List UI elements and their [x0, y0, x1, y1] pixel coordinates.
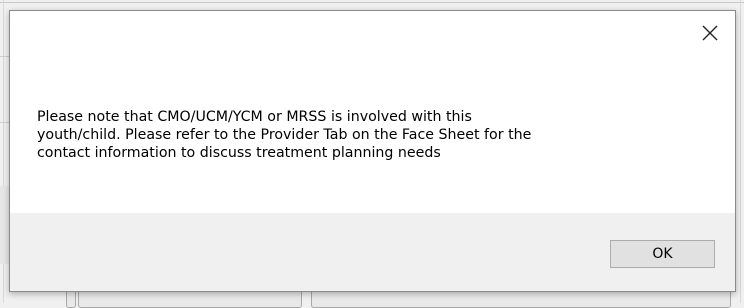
message-line: contact information to discuss treatment… — [37, 145, 441, 161]
background-divider — [0, 56, 9, 57]
ok-button[interactable]: OK — [610, 240, 715, 268]
dialog-footer: OK — [10, 213, 735, 291]
background-divider — [740, 0, 741, 303]
dialog-message: Please note that CMO/UCM/YCM or MRSS is … — [37, 108, 717, 162]
close-button[interactable] — [699, 22, 721, 44]
background-divider — [0, 2, 744, 3]
message-line: Please note that CMO/UCM/YCM or MRSS is … — [37, 109, 472, 125]
close-icon — [702, 25, 718, 41]
message-dialog: Please note that CMO/UCM/YCM or MRSS is … — [9, 10, 736, 292]
background-divider — [0, 122, 9, 123]
message-line: youth/child. Please refer to the Provide… — [37, 127, 532, 143]
